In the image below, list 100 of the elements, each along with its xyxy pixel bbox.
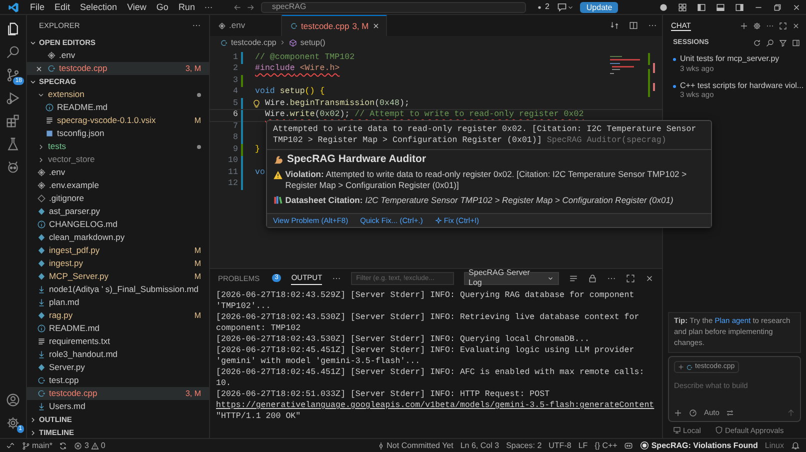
chat-icon[interactable] — [557, 2, 568, 12]
breadcrumb-item[interactable]: testcode.cpp — [231, 38, 276, 48]
split-editor-icon[interactable] — [629, 21, 638, 30]
output-channel-dropdown[interactable]: SpecRAG Server Log — [464, 272, 559, 284]
file-tree-item[interactable]: Users.md — [27, 400, 209, 413]
sidebar-toggle-icon[interactable] — [697, 2, 706, 12]
branch-indicator[interactable]: main* — [22, 439, 52, 452]
lock-icon[interactable] — [588, 274, 597, 282]
file-tree-item[interactable]: .env.example — [27, 179, 209, 192]
testing-icon[interactable] — [6, 137, 20, 151]
close-icon[interactable] — [645, 274, 654, 282]
extensions-icon[interactable] — [6, 114, 20, 128]
status-item[interactable]: Not Committed Yet — [376, 439, 454, 452]
file-tree-item[interactable]: .env — [27, 166, 209, 179]
file-tree-item[interactable]: role3_handout.md — [27, 348, 209, 361]
chevron-icon[interactable] — [29, 428, 37, 436]
status-item[interactable]: Ln 6, Col 3 — [460, 439, 500, 452]
file-tree-item[interactable]: ingest_pdf.py M — [27, 244, 209, 257]
file-tree-item[interactable]: specrag-vscode-0.1.0.vsix M — [27, 114, 209, 127]
tools-icon[interactable] — [726, 408, 734, 416]
file-tree-item[interactable]: ingest.py M — [27, 257, 209, 270]
search-icon[interactable] — [766, 39, 774, 47]
file-tree-item[interactable]: plan.md — [27, 296, 209, 309]
remote-icon[interactable] — [6, 441, 15, 450]
file-tree-item[interactable]: ast_parser.py — [27, 205, 209, 218]
panel-toggle-icon[interactable] — [716, 2, 725, 12]
file-tree-item[interactable]: README.md — [27, 322, 209, 335]
file-tree-item[interactable]: requirements.txt — [27, 335, 209, 348]
file-tree-item[interactable]: extension — [27, 88, 209, 101]
menu-item[interactable]: Edit — [50, 2, 76, 12]
menu-item[interactable]: Go — [151, 2, 174, 12]
open-editor-item[interactable]: testcode.cpp 3, M — [27, 62, 209, 75]
file-tree-item[interactable]: .gitignore — [27, 192, 209, 205]
file-tree-item[interactable]: README.md — [27, 101, 209, 114]
menu-item[interactable]: View — [122, 2, 152, 12]
refresh-icon[interactable] — [753, 39, 761, 47]
menu-item[interactable]: Run — [173, 2, 200, 12]
url-link[interactable]: https://generativelanguage.googleapis.com/v1beta/models/gemini-3.5-flash:generateContent — [216, 401, 654, 410]
secondary-sidebar-toggle-icon[interactable] — [735, 2, 744, 12]
file-tree-item[interactable]: Server.py — [27, 361, 209, 374]
compare-icon[interactable] — [610, 21, 619, 30]
file-tree-item[interactable]: vector_store — [27, 153, 209, 166]
caret-icon[interactable] — [567, 4, 574, 10]
lightbulb-icon[interactable] — [252, 99, 261, 108]
command-center[interactable]: specRAG — [260, 2, 526, 12]
source-control-icon[interactable] — [6, 68, 20, 82]
layout-icon[interactable] — [792, 39, 800, 47]
gauge-icon[interactable] — [689, 408, 697, 416]
status-item[interactable]: Linux — [764, 439, 784, 452]
file-tree-item[interactable]: node1(Aditya ' s)_Final_Submission.md — [27, 283, 209, 296]
session-title[interactable]: Unit tests for mcp_server.py — [680, 54, 780, 64]
chevron-icon[interactable] — [29, 416, 37, 424]
problems-indicator[interactable]: 3 0 — [74, 439, 106, 452]
breadcrumb-item[interactable]: setup() — [300, 38, 326, 48]
robot-icon[interactable] — [6, 160, 20, 174]
status-item[interactable]: SpecRAG: Violations Found — [640, 439, 758, 452]
search-icon[interactable] — [6, 45, 20, 59]
maximize-icon[interactable] — [779, 22, 787, 30]
file-tree-item[interactable]: tests — [27, 140, 209, 153]
settings-icon[interactable] — [753, 22, 761, 30]
add-icon[interactable] — [674, 408, 682, 416]
dot-icon — [536, 4, 543, 10]
sync-icon[interactable] — [59, 442, 68, 450]
session-title[interactable]: C++ test scripts for hardware viol... — [680, 80, 804, 90]
open-editor-item[interactable]: .env — [27, 49, 209, 62]
run-debug-icon[interactable] — [6, 91, 20, 105]
status-item[interactable]: UTF-8 — [548, 439, 572, 452]
back-arrow-icon[interactable] — [232, 2, 242, 12]
settings-icon[interactable] — [6, 416, 20, 430]
status-item[interactable]: {} C++ — [594, 439, 618, 452]
file-tree-item[interactable]: rag.py M — [27, 309, 209, 322]
layout-icon[interactable] — [678, 2, 687, 12]
editor-tab[interactable]: testcode.cpp 3, M — [282, 15, 387, 36]
close-icon[interactable] — [372, 22, 380, 30]
file-tree-item[interactable]: testcode.cpp 3, M — [27, 387, 209, 400]
filter-icon[interactable] — [779, 39, 787, 47]
close-icon[interactable] — [792, 22, 800, 30]
file-tree-item[interactable]: test.cpp — [27, 374, 209, 387]
forward-arrow-icon[interactable] — [246, 2, 255, 12]
explorer-icon[interactable] — [6, 22, 20, 36]
status-item[interactable]: Spaces: 2 — [506, 439, 542, 452]
new-chat-icon[interactable] — [740, 22, 748, 30]
account-icon[interactable] — [6, 393, 20, 407]
word-wrap-icon[interactable] — [569, 274, 578, 282]
notification-count[interactable]: 2 — [544, 2, 550, 12]
update-button[interactable]: Update — [580, 2, 618, 12]
status-item[interactable]: LF — [578, 439, 588, 452]
menu-item[interactable]: File — [25, 2, 50, 12]
copilot-icon[interactable] — [624, 441, 634, 450]
close-icon[interactable] — [35, 64, 43, 72]
maximize-icon[interactable] — [626, 274, 635, 282]
account-circle-icon[interactable] — [659, 2, 668, 12]
file-tree-item[interactable]: CHANGELOG.md — [27, 218, 209, 231]
menu-item[interactable]: Selection — [75, 2, 122, 12]
bell-icon[interactable] — [791, 441, 800, 450]
file-tree-item[interactable]: tsconfig.json — [27, 127, 209, 140]
file-tree-item[interactable]: clean_markdown.py — [27, 231, 209, 244]
restore-icon[interactable] — [773, 2, 782, 12]
close-icon[interactable] — [792, 2, 801, 12]
file-tree-item[interactable]: MCP_Server.py M — [27, 270, 209, 283]
